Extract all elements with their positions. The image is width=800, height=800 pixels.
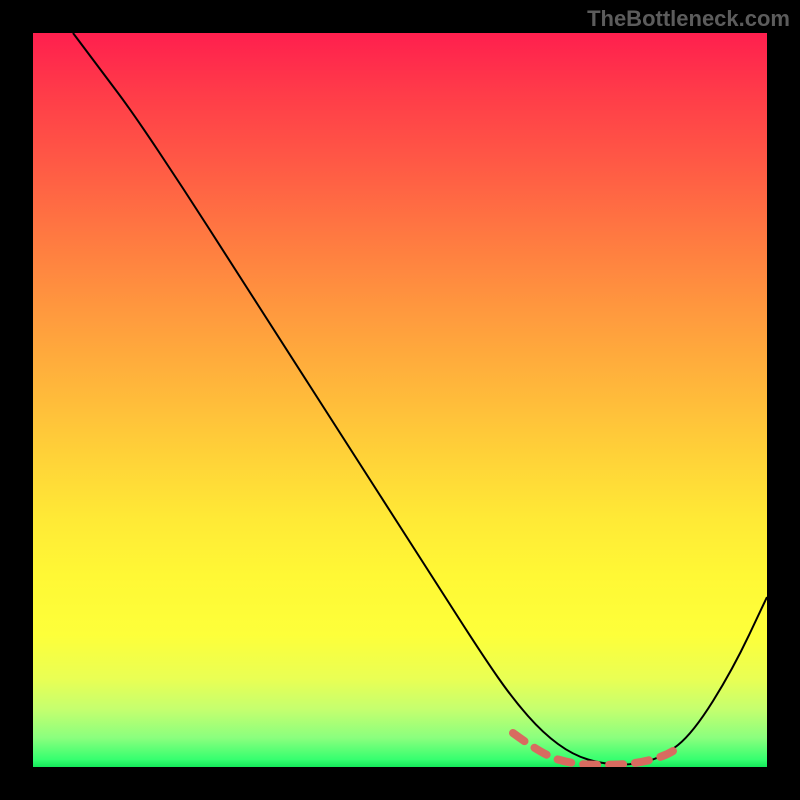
- highlight-dash: [513, 733, 683, 765]
- chart-svg: [33, 33, 767, 767]
- chart-container: TheBottleneck.com: [0, 0, 800, 800]
- watermark-text: TheBottleneck.com: [587, 6, 790, 32]
- plot-area: [33, 33, 767, 767]
- main-curve: [73, 33, 767, 765]
